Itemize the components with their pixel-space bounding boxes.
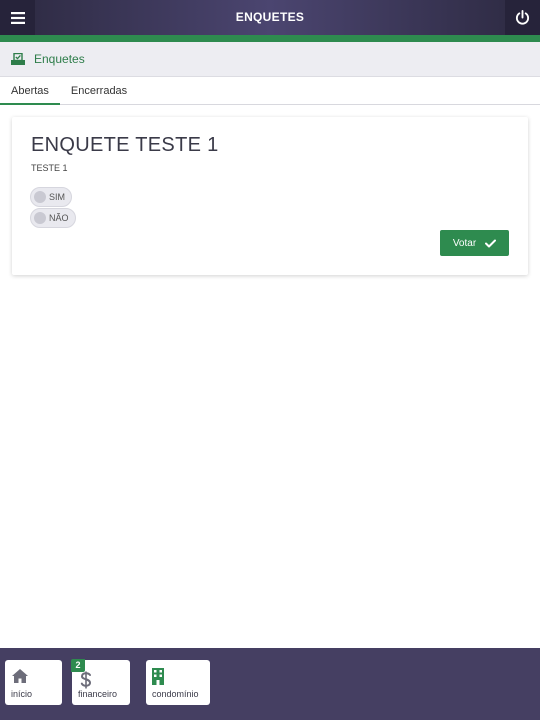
poll-option-label: SIM <box>49 192 66 202</box>
dollar-icon <box>80 671 92 689</box>
vote-button-label: Votar <box>452 237 477 249</box>
tabs-bar: Abertas Encerradas <box>0 77 540 105</box>
app-root: ENQUETES Enquetes Abertas Encerradas ENQ… <box>0 0 540 720</box>
section-title: Enquetes <box>34 52 85 66</box>
nav-financeiro-button[interactable]: 2 financeiro <box>71 659 130 705</box>
check-icon <box>485 239 497 248</box>
nav-condominio-button[interactable]: condomínio <box>146 660 210 705</box>
menu-button[interactable] <box>0 0 35 35</box>
vote-button[interactable]: Votar <box>440 230 509 256</box>
poll-option-sim[interactable]: SIM <box>30 187 73 207</box>
page-title: ENQUETES <box>235 10 305 24</box>
poll-card: ENQUETE TESTE 1 TESTE 1 SIM NÃO Votar <box>12 117 528 275</box>
radio-indicator <box>34 191 46 203</box>
building-icon <box>152 668 164 685</box>
power-icon <box>515 10 530 25</box>
poll-title: ENQUETE TESTE 1 <box>31 134 219 156</box>
hamburger-menu-icon <box>10 11 25 24</box>
poll-option-label: NÃO <box>49 213 69 223</box>
nav-condominio-label: condomínio <box>152 689 199 699</box>
top-bar: ENQUETES <box>0 0 540 35</box>
top-bar-accent <box>0 35 540 42</box>
section-header: Enquetes <box>0 42 540 77</box>
radio-indicator <box>34 212 46 224</box>
ballot-box-icon <box>11 53 25 65</box>
logout-button[interactable] <box>505 0 540 35</box>
nav-inicio-button[interactable]: início <box>5 660 62 705</box>
nav-inicio-label: início <box>11 689 33 699</box>
tab-abertas[interactable]: Abertas <box>0 77 60 105</box>
nav-financeiro-label: financeiro <box>78 689 118 699</box>
bottom-nav: início 2 financeiro condomínio <box>0 648 540 720</box>
poll-option-nao[interactable]: NÃO <box>30 208 76 228</box>
poll-subtitle: TESTE 1 <box>31 163 68 173</box>
home-icon <box>12 669 28 683</box>
tab-encerradas[interactable]: Encerradas <box>60 77 138 105</box>
